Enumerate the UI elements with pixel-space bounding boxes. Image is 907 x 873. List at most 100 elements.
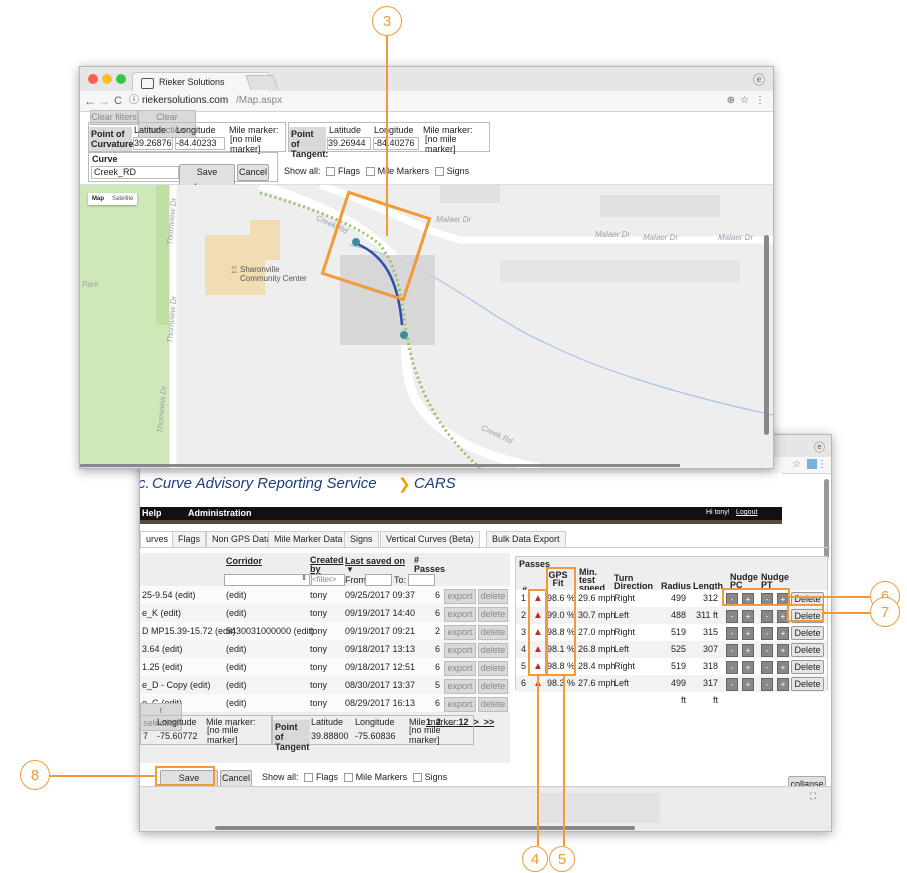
- col-last-saved[interactable]: Last saved on: [345, 556, 405, 566]
- back-extension-icon[interactable]: [807, 459, 817, 469]
- delete-curve-button[interactable]: delete: [478, 697, 508, 712]
- curve-name[interactable]: 25-9.54 (edit): [142, 586, 196, 604]
- export-button[interactable]: export: [444, 697, 476, 712]
- nudge-pc-plus[interactable]: +: [742, 627, 754, 640]
- front-url-domain[interactable]: riekersolutions.com: [142, 91, 228, 111]
- maximize-window-icon[interactable]: [116, 74, 126, 84]
- created-by-filter[interactable]: <filter>: [311, 574, 345, 586]
- front-map-scrollbar[interactable]: [764, 235, 769, 435]
- curve-corridor[interactable]: (edit): [226, 676, 247, 694]
- delete-pass-button[interactable]: Delete: [791, 660, 824, 674]
- nudge-pc-plus[interactable]: +: [742, 661, 754, 674]
- curve-row[interactable]: e_G (edit)(edit)tony08/29/2017 16:136exp…: [140, 694, 510, 712]
- minimize-window-icon[interactable]: [102, 74, 112, 84]
- fullscreen-icon[interactable]: ⛶: [810, 791, 816, 802]
- curve-name[interactable]: e_K (edit): [142, 604, 181, 622]
- menu-help[interactable]: Help: [142, 508, 162, 518]
- curve-name-input[interactable]: Creek_RD: [91, 166, 179, 179]
- export-button[interactable]: export: [444, 661, 476, 676]
- back-arrow-icon[interactable]: ←: [84, 91, 96, 111]
- front-url-bar[interactable]: ← → C ⓘ riekersolutions.com /Map.aspx ⊕ …: [80, 91, 773, 112]
- curve-corridor[interactable]: 5430031000000 (edit): [226, 622, 314, 640]
- back-menu-icon[interactable]: ⋮: [817, 457, 827, 473]
- nudge-pc-plus[interactable]: +: [742, 610, 754, 623]
- curve-corridor[interactable]: (edit): [226, 658, 247, 676]
- back-tab-5[interactable]: Vertical Curves (Beta): [380, 531, 480, 547]
- col-corridor[interactable]: Corridor: [226, 556, 262, 566]
- back-pt-lon-value[interactable]: -75.60836: [355, 731, 396, 741]
- back-flags-checkbox[interactable]: [304, 773, 314, 783]
- curve-row[interactable]: D MP15.39-15.72 (edit) 5430031000000 (edi…: [140, 622, 510, 640]
- back-pc-lon-value[interactable]: -75.60772: [157, 731, 198, 741]
- curve-row[interactable]: 3.64 (edit) (edit) tony 09/18/2017 13:13 6 ex…: [140, 640, 510, 658]
- export-button[interactable]: export: [444, 643, 476, 658]
- back-pt-lat-value[interactable]: 39.88800: [311, 731, 349, 741]
- curve-row[interactable]: e_K (edit) (edit) tony 09/19/2017 14:40 6 exp…: [140, 604, 510, 622]
- satellite-button[interactable]: Satellite: [108, 196, 137, 202]
- pt-lat-field[interactable]: 39.26944: [327, 137, 371, 150]
- back-cancel-button[interactable]: Cancel: [220, 770, 252, 787]
- curve-name[interactable]: e_D - Copy (edit): [142, 676, 211, 694]
- menu-administration[interactable]: Administration: [188, 508, 252, 518]
- nudge-pc-minus[interactable]: -: [726, 627, 738, 640]
- back-pc-lat-value[interactable]: 7: [143, 731, 148, 741]
- close-window-icon[interactable]: [88, 74, 98, 84]
- nudge-pc-minus[interactable]: -: [726, 610, 738, 623]
- front-map-hscroll[interactable]: [80, 464, 680, 467]
- nudge-pt-minus[interactable]: -: [761, 661, 773, 674]
- curve-corridor[interactable]: (edit): [226, 586, 247, 604]
- export-button[interactable]: export: [444, 589, 476, 604]
- nudge-pt-plus[interactable]: +: [777, 627, 789, 640]
- nudge-pc-minus[interactable]: -: [726, 678, 738, 691]
- to-input[interactable]: [408, 574, 435, 586]
- nudge-pt-minus[interactable]: -: [761, 610, 773, 623]
- logout-link[interactable]: Logout: [736, 509, 757, 516]
- curve-row[interactable]: e_D - Copy (edit) (edit) tony 08/30/2017 13…: [140, 676, 510, 694]
- curve-row[interactable]: 25-9.54 (edit) (edit) tony 09/25/2017 09:37…: [140, 586, 510, 604]
- curve-name[interactable]: D MP15.39-15.72 (edit): [142, 622, 236, 640]
- back-tab-4[interactable]: Signs: [344, 531, 379, 547]
- back-mile-markers-checkbox[interactable]: [343, 773, 353, 783]
- curve-name[interactable]: 3.64 (edit): [142, 640, 183, 658]
- curve-corridor[interactable]: (edit): [226, 694, 247, 712]
- back-tab-1[interactable]: Flags: [172, 531, 207, 547]
- nudge-pt-plus[interactable]: +: [777, 644, 789, 657]
- delete-curve-button[interactable]: delete: [478, 643, 508, 658]
- back-profile-icon[interactable]: ⓔ: [814, 439, 825, 455]
- back-signs-checkbox[interactable]: [412, 773, 422, 783]
- curve-corridor[interactable]: (edit): [226, 604, 247, 622]
- back-bookmark-icon[interactable]: ☆: [792, 457, 801, 473]
- flags-checkbox[interactable]: [326, 167, 336, 177]
- nudge-pt-minus[interactable]: -: [761, 627, 773, 640]
- delete-curve-button[interactable]: delete: [478, 679, 508, 694]
- nudge-pt-minus[interactable]: -: [761, 678, 773, 691]
- nudge-pc-minus[interactable]: -: [726, 661, 738, 674]
- delete-curve-button[interactable]: delete: [478, 661, 508, 676]
- back-map[interactable]: ⛶: [140, 786, 831, 831]
- delete-pass-button[interactable]: Delete: [791, 626, 824, 640]
- corridor-filter-select[interactable]: ⇕: [224, 574, 310, 586]
- pt-lon-field[interactable]: -84.40276: [373, 137, 419, 150]
- front-profile-icon[interactable]: ⓔ: [753, 71, 765, 88]
- nudge-pt-plus[interactable]: +: [777, 678, 789, 691]
- zoom-icon[interactable]: ⊕: [727, 91, 735, 111]
- bookmark-star-icon[interactable]: ☆: [740, 91, 749, 111]
- cancel-button[interactable]: Cancel: [237, 164, 269, 181]
- export-button[interactable]: export: [444, 679, 476, 694]
- new-tab-button[interactable]: [245, 75, 279, 90]
- back-tab-3[interactable]: Mile Marker Data: [268, 531, 349, 547]
- delete-curve-button[interactable]: delete: [478, 625, 508, 640]
- col-created-by[interactable]: Created by: [310, 556, 344, 574]
- sort-desc-icon[interactable]: ▼: [346, 565, 354, 574]
- curve-name[interactable]: 1.25 (edit): [142, 658, 183, 676]
- mile-markers-checkbox[interactable]: [365, 167, 375, 177]
- pc-lat-field[interactable]: 39.26876: [133, 137, 173, 150]
- nudge-pc-plus[interactable]: +: [742, 678, 754, 691]
- delete-curve-button[interactable]: delete: [478, 607, 508, 622]
- back-tab-0[interactable]: urves: [140, 531, 175, 547]
- from-input[interactable]: [365, 574, 392, 586]
- export-button[interactable]: export: [444, 625, 476, 640]
- back-tab-6[interactable]: Bulk Data Export: [486, 531, 566, 547]
- delete-pass-button[interactable]: Delete: [791, 677, 824, 691]
- back-tab-2[interactable]: Non GPS Data: [206, 531, 278, 547]
